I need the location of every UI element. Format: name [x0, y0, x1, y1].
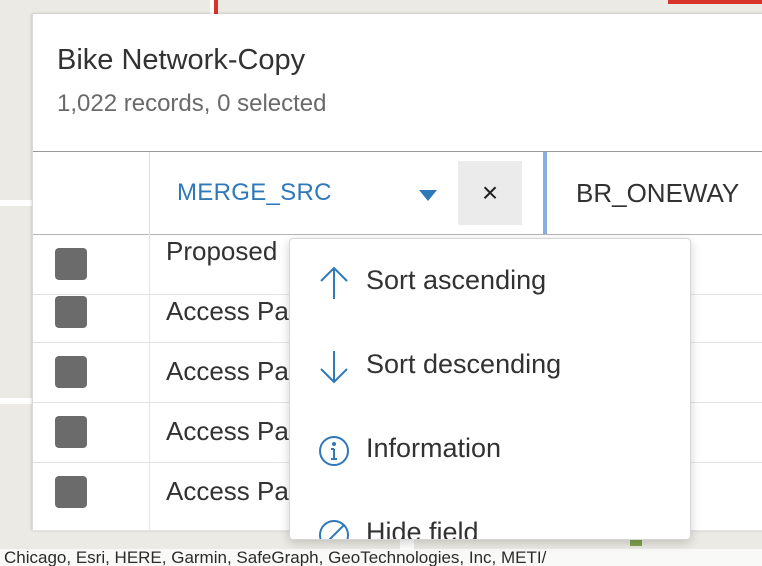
info-icon — [319, 436, 349, 466]
row-checkbox[interactable] — [55, 416, 87, 448]
arrow-up-icon — [320, 266, 348, 299]
cell-merge-src: Access Pa — [166, 416, 289, 446]
table-header: MERGE_SRC × BR_ONEWAY — [33, 151, 762, 235]
row-checkbox[interactable] — [55, 476, 87, 508]
row-checkbox[interactable] — [55, 248, 87, 280]
cell-merge-src: Access Pa — [166, 356, 289, 386]
column-header-label[interactable]: MERGE_SRC — [177, 179, 332, 207]
hide-icon — [319, 520, 349, 539]
column-header-br-oneway[interactable]: BR_ONEWAY — [547, 152, 762, 234]
information-item[interactable]: Information — [290, 409, 690, 489]
menu-item-label: Information — [366, 433, 502, 463]
sort-descending-item[interactable]: Sort descending — [290, 325, 690, 405]
cell-merge-src: Proposed — [166, 236, 278, 266]
record-count: 1,022 records, 0 selected — [57, 90, 327, 117]
menu-item-label: Hide field — [366, 517, 479, 540]
row-select-cell[interactable] — [33, 462, 150, 530]
row-checkbox[interactable] — [55, 296, 87, 328]
close-menu-button[interactable]: × — [458, 161, 522, 225]
column-options-menu: Sort ascending Sort descending Informati… — [289, 238, 691, 540]
menu-item-label: Sort descending — [366, 349, 562, 379]
hide-field-item[interactable]: Hide field — [290, 493, 690, 540]
map-attribution: Chicago, Esri, HERE, Garmin, SafeGraph, … — [0, 549, 762, 566]
arrow-down-icon — [320, 351, 348, 384]
column-header-label[interactable]: BR_ONEWAY — [576, 178, 739, 209]
menu-item-label: Sort ascending — [366, 265, 547, 295]
cell-merge-src: Access Pa — [166, 296, 289, 326]
cell-merge-src: Access Pa — [166, 476, 289, 506]
row-select-cell[interactable] — [33, 282, 150, 342]
map-road — [0, 200, 32, 206]
map-bike-route — [668, 0, 762, 4]
select-all-column-header[interactable] — [33, 152, 150, 234]
column-header-merge-src[interactable]: MERGE_SRC × — [150, 152, 543, 234]
row-select-cell[interactable] — [33, 402, 150, 462]
caret-down-icon[interactable] — [419, 190, 437, 201]
sort-ascending-item[interactable]: Sort ascending — [290, 241, 690, 321]
map-bike-route — [214, 0, 218, 14]
row-select-cell[interactable] — [33, 342, 150, 402]
map-road — [0, 398, 32, 404]
layer-title: Bike Network-Copy — [57, 44, 306, 76]
row-checkbox[interactable] — [55, 356, 87, 388]
